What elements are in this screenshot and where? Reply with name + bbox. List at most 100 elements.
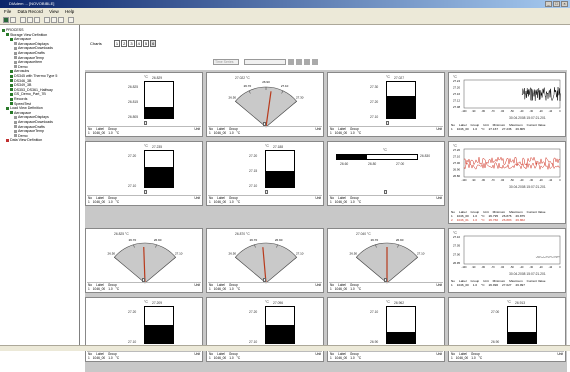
fast-forward-icon[interactable] [304, 59, 310, 65]
plot-frame [463, 79, 561, 109]
tree-item[interactable]: Demo [14, 134, 28, 138]
menu-view[interactable]: View [49, 9, 59, 14]
trend-plot: 27.2427.2027.1627.1227.08-100 -90 -80 -70 -6… [453, 79, 561, 113]
tree-item-label: AerospaceTemp [18, 55, 44, 60]
tree-item[interactable]: AerospaceDrafts [14, 51, 45, 55]
footer-unit-header: Unit [436, 127, 442, 131]
legend-cell: 26.883 [502, 218, 512, 222]
copy-icon[interactable] [27, 17, 33, 23]
footer-cell: 1.0 [229, 356, 234, 360]
footer-cell: 1.0 [350, 356, 355, 360]
playback-slider[interactable] [244, 59, 286, 65]
tree-item[interactable]: AerospaceTemp [14, 129, 44, 133]
instrument-panel[interactable]: °C 27.235 27.20 27.10 No Label Group Unit 1 1046_… [85, 141, 203, 206]
tree-item[interactable]: DS345 with Thermo Type 5 [10, 74, 57, 78]
bar-gauge [386, 81, 416, 119]
title-bar[interactable]: DIAdem ... [NOVOBIBLE] _ □ × [0, 0, 570, 8]
tree-item[interactable]: AerospaceDownloads [14, 120, 53, 124]
instrument-panel[interactable]: °C 27.209 27.20 27.10 No Label Group Unit 1 1046_… [85, 297, 203, 362]
tree-item[interactable]: Load View Definition [6, 106, 43, 110]
chart-button[interactable]: 5 [142, 40, 150, 47]
stop-icon[interactable] [312, 59, 318, 65]
x-tick-label: -100 [461, 110, 467, 113]
tree-item[interactable]: DS346_3B [10, 79, 31, 83]
chart-button[interactable]: 6 [150, 40, 157, 47]
instrument-panel[interactable]: °C 27.096 27.20 27.10 No Label Group Unit 1 1046_… [206, 297, 324, 362]
chart-button[interactable]: 4 [135, 40, 142, 47]
instrument-panel[interactable]: 27.040 °C 26.50 26.70 26.90 27.10 No Label Grou… [327, 228, 445, 293]
tree-item[interactable]: Aerosubs [10, 69, 29, 73]
instrument-panel[interactable]: °C 27.027 27.30 27.20 27.10 No Label Group Unit 1… [327, 72, 445, 137]
footer-cell: 1.0 [471, 356, 476, 360]
chart-button[interactable]: 2 [121, 40, 128, 47]
current-value: 26.829 [152, 76, 163, 80]
tree-item[interactable]: Aerospace [10, 37, 31, 41]
dial-tick-label: 26.50 [229, 96, 237, 100]
instrument-panel[interactable]: °C 26.962 27.10 26.90 No Label Group Unit 1 1046_… [327, 297, 445, 362]
timestamp: 30.04.2008 15:07:21.201 [509, 185, 546, 189]
instrument-panel[interactable]: °C 27.20 27.10 27.00 26.90 26.80 -100 -90 -80 -70… [448, 141, 566, 224]
chart-button[interactable]: 1 [113, 40, 121, 47]
tree-item[interactable]: DS349_3B [10, 83, 31, 87]
cut-icon[interactable] [20, 17, 26, 23]
minimize-button[interactable]: _ [545, 1, 552, 7]
maximize-button[interactable]: □ [553, 1, 560, 7]
tree-item[interactable]: Demo [14, 65, 28, 69]
close-button[interactable]: × [561, 1, 568, 7]
play-icon[interactable] [296, 59, 302, 65]
instrument-panel[interactable]: 26.825 °C 26.50 26.70 26.90 27.10 No Label Grou… [85, 228, 203, 293]
folder-icon [6, 138, 9, 142]
rewind-icon[interactable] [288, 59, 294, 65]
instrument-panel[interactable]: °C 27.188 27.20 27.15 27.10 No Label Group Unit 1… [206, 141, 324, 206]
tree-item[interactable]: DS353_DS361_Halfway [10, 88, 53, 92]
tree-item[interactable]: PROCESS [2, 28, 24, 32]
trend-plot: 27.2027.1027.0026.9026.80-100 -90 -80 -70 -6… [453, 148, 561, 182]
tree-item[interactable]: Storage View Definition [6, 33, 47, 37]
menu-help[interactable]: Help [65, 9, 74, 14]
footer-cell: 1046_00 [455, 356, 469, 360]
tree-item[interactable]: AerospaceDownloads [14, 46, 53, 50]
bar-gauge [386, 306, 416, 344]
instrument-panel[interactable]: °C 26.829 26.825 26.815 26.805 No Label Group Un… [85, 72, 203, 137]
menu-bar: File Data Record View Help [0, 8, 570, 15]
instrument-panel[interactable]: °C 27.10 27.05 27.00 26.95 -100 -90 -80 -70 -60 -5… [448, 228, 566, 293]
footer-unit-header: Unit [315, 283, 321, 287]
instrument-panel[interactable]: °C 27.24 27.20 27.16 27.12 27.08 -100 -90 -80 -70… [448, 72, 566, 137]
menu-data-record[interactable]: Data Record [18, 9, 43, 14]
delete-icon[interactable] [58, 17, 64, 23]
tick-label: 26.805 [128, 115, 139, 119]
tree-item[interactable]: Data View Definition [6, 138, 42, 142]
chart-button[interactable]: 3 [128, 40, 135, 47]
tree-item[interactable]: Records [10, 97, 27, 101]
footer-cell: 1.0 [350, 200, 355, 204]
tree-item[interactable]: AerospaceDisplays [14, 115, 49, 119]
tree-item[interactable]: AerospaceItem [14, 60, 42, 64]
tree-item[interactable]: SpeedTest [10, 102, 31, 106]
help-icon[interactable] [68, 17, 74, 23]
plot-frame [463, 235, 561, 265]
open-icon[interactable] [3, 17, 9, 23]
save-icon[interactable] [10, 17, 16, 23]
tree-item-label: DS346_3B [14, 78, 32, 83]
playback-field[interactable]: Time Series [213, 59, 239, 65]
paste-icon[interactable] [34, 17, 40, 23]
redo-icon[interactable] [51, 17, 57, 23]
dial-tick-label: 26.50 [108, 252, 116, 256]
legend-row: 1 1046_00 1.0 °C 27.167 27.236 26.805 [451, 127, 529, 131]
unit-label: °C [144, 144, 148, 148]
tree-item[interactable]: GS_Demo_Part_7B [10, 92, 46, 96]
tree-item[interactable]: AerospaceTemp [14, 56, 44, 60]
instrument-panel[interactable]: °C 26.830 26.60 26.80 27.00 No Label Group Unit 1… [327, 141, 445, 206]
tree-item[interactable]: AerospaceDrafts [14, 125, 45, 129]
instrument-panel[interactable]: °C 26.913 27.00 26.90 No Label Group Unit 1 1046_… [448, 297, 566, 362]
instrument-panel[interactable]: 27.022 °C 26.50 26.70 26.90 27.10 27.30 No Labe… [206, 72, 324, 137]
panel-icon [144, 121, 147, 125]
footer-cell: 1046_00 [213, 131, 227, 135]
dial-tick-label: 26.70 [129, 238, 137, 242]
tree-item[interactable]: Aerospace [10, 111, 31, 115]
tree-item[interactable]: AerospaceDisplays [14, 42, 49, 46]
instrument-panel[interactable]: 26.870 °C 26.50 26.70 26.90 27.10 No Label Grou… [206, 228, 324, 293]
folder-icon [14, 125, 17, 129]
undo-icon[interactable] [44, 17, 50, 23]
menu-file[interactable]: File [4, 9, 11, 14]
